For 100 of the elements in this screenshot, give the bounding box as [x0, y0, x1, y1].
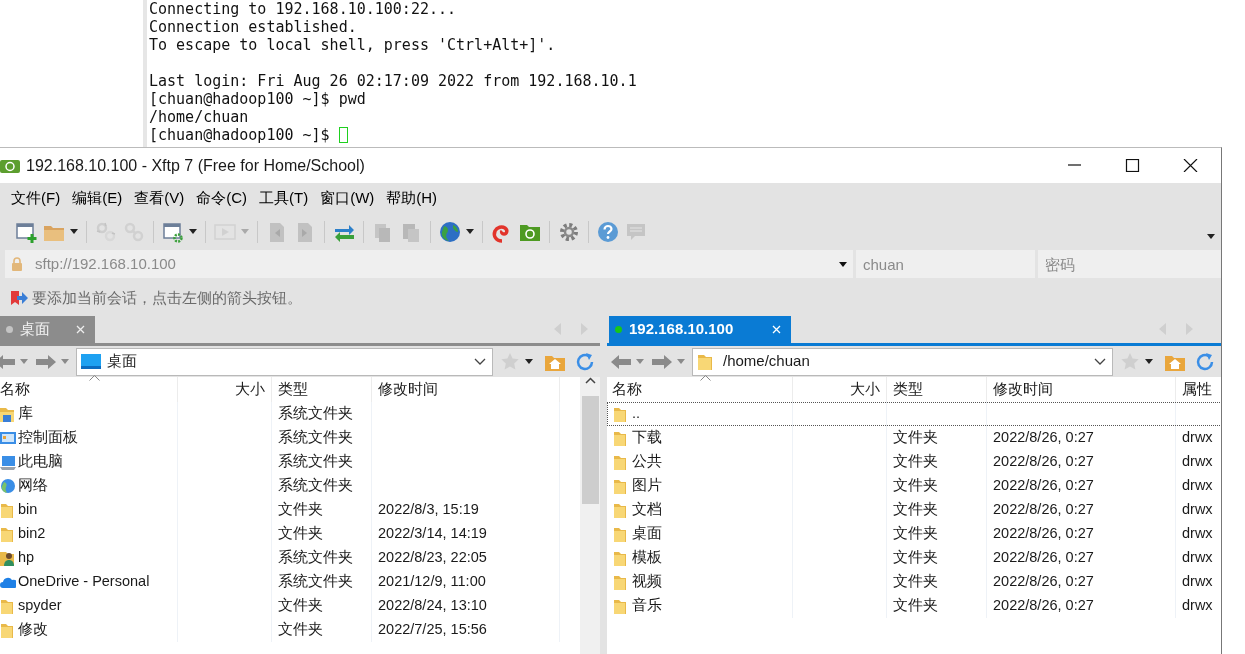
session-tab[interactable]: 192.168.10.100: [609, 316, 791, 343]
folder-icon: [613, 598, 627, 614]
menu-item[interactable]: 帮助(H): [380, 186, 444, 210]
chevron-down-icon[interactable]: [474, 358, 486, 365]
caret-icon[interactable]: [839, 261, 847, 267]
file-row[interactable]: bin2 文件夹 2022/3/14, 14:19: [0, 522, 560, 546]
file-name[interactable]: 模板: [632, 547, 662, 569]
computer-icon: [0, 454, 16, 470]
file-list[interactable]: [607, 377, 1221, 654]
file-row[interactable]: 下载 文件夹 2022/8/26, 0:27 drwx: [607, 426, 1221, 450]
refresh-icon[interactable]: [575, 351, 595, 372]
password-field[interactable]: 密码: [1038, 250, 1221, 278]
file-type: 文件夹: [893, 548, 938, 568]
caret-icon[interactable]: [1207, 234, 1215, 239]
refresh-icon[interactable]: [1195, 351, 1215, 372]
file-row[interactable]: 修改 文件夹 2022/7/25, 15:56: [0, 618, 560, 642]
file-name[interactable]: 音乐: [632, 595, 662, 617]
file-type: 文件夹: [893, 452, 938, 472]
file-row[interactable]: ..: [607, 402, 1221, 426]
file-name[interactable]: 下载: [632, 427, 662, 449]
folder-icon: [613, 574, 627, 590]
back-icon[interactable]: [611, 353, 631, 370]
modified-time: 2022/8/26, 0:27: [993, 596, 1094, 616]
file-name[interactable]: 文档: [632, 499, 662, 521]
file-list[interactable]: [0, 377, 600, 654]
file-name[interactable]: 视频: [632, 571, 662, 593]
caret-icon[interactable]: [189, 229, 197, 234]
caret-icon[interactable]: [525, 359, 533, 364]
folder-icon: [0, 598, 16, 614]
file-name[interactable]: 图片: [632, 475, 662, 497]
globe-icon: [0, 478, 16, 494]
modified-time: 2022/8/26, 0:27: [993, 428, 1094, 448]
file-type: 系统文件夹: [278, 548, 353, 568]
folder-icon: [613, 502, 627, 518]
forward-icon[interactable]: [652, 353, 672, 370]
file-permissions: drwx: [1182, 452, 1213, 472]
file-row[interactable]: 桌面 文件夹 2022/8/26, 0:27 drwx: [607, 522, 1221, 546]
forward-icon[interactable]: [36, 353, 56, 370]
file-name[interactable]: 公共: [632, 451, 662, 473]
file-row[interactable]: hp 系统文件夹 2022/8/23, 22:05: [0, 546, 560, 570]
menu-item[interactable]: 窗口(W): [314, 186, 381, 210]
file-row[interactable]: 音乐 文件夹 2022/8/26, 0:27 drwx: [607, 594, 1221, 618]
menu-item[interactable]: 文件(F): [5, 186, 67, 210]
terminal-line: [chuan@hadoop100 ~]$: [149, 126, 330, 144]
close-icon[interactable]: [1182, 159, 1198, 172]
folder-icon: [613, 478, 627, 494]
column-header[interactable]: 名称: [0, 377, 178, 402]
file-row[interactable]: 库 系统文件夹: [0, 402, 560, 426]
hint-text: 要添加当前会话，点击左侧的箭头按钮。: [32, 287, 302, 308]
menu-item[interactable]: 编辑(E): [66, 186, 129, 210]
file-name[interactable]: 此电脑: [18, 451, 63, 473]
file-name[interactable]: 修改: [18, 619, 48, 641]
file-name[interactable]: spyder: [18, 595, 62, 617]
file-name[interactable]: 桌面: [632, 523, 662, 545]
file-row[interactable]: 图片 文件夹 2022/8/26, 0:27 drwx: [607, 474, 1221, 498]
file-name[interactable]: bin: [18, 499, 38, 521]
file-name[interactable]: 控制面板: [18, 427, 78, 449]
path-field[interactable]: 桌面: [76, 347, 493, 376]
file-name[interactable]: ..: [632, 403, 641, 425]
modified-time: 2022/8/26, 0:27: [993, 572, 1094, 592]
file-type: 文件夹: [893, 476, 938, 496]
maximize-icon[interactable]: [1124, 159, 1140, 172]
path-field[interactable]: /home/chuan: [692, 347, 1113, 376]
scroll-up-icon[interactable]: [584, 377, 596, 384]
menu-item[interactable]: 工具(T): [253, 186, 315, 210]
terminal-line: /home/chuan: [149, 108, 249, 126]
file-row[interactable]: spyder 文件夹 2022/8/24, 13:10: [0, 594, 560, 618]
modified-time: 2022/8/26, 0:27: [993, 524, 1094, 544]
file-row[interactable]: 视频 文件夹 2022/8/26, 0:27 drwx: [607, 570, 1221, 594]
file-name[interactable]: 网络: [18, 475, 48, 497]
modified-time: 2022/8/26, 0:27: [993, 548, 1094, 568]
menu-item[interactable]: 查看(V): [128, 186, 191, 210]
caret-icon[interactable]: [70, 229, 78, 234]
chevron-down-icon[interactable]: [1094, 358, 1106, 365]
file-type: 系统文件夹: [278, 572, 353, 592]
file-row[interactable]: 文档 文件夹 2022/8/26, 0:27 drwx: [607, 498, 1221, 522]
broken-link-icon: [95, 220, 117, 243]
menu-item[interactable]: 命令(C): [190, 186, 253, 210]
file-permissions: drwx: [1182, 572, 1213, 592]
file-permissions: drwx: [1182, 596, 1213, 616]
file-type: 文件夹: [893, 500, 938, 520]
file-name[interactable]: 库: [18, 403, 33, 425]
file-name[interactable]: hp: [18, 547, 35, 569]
caret-icon[interactable]: [466, 229, 474, 234]
file-row[interactable]: bin 文件夹 2022/8/3, 15:19: [0, 498, 560, 522]
file-name[interactable]: OneDrive - Personal: [18, 571, 150, 593]
monitor-icon: [81, 353, 101, 370]
file-permissions: drwx: [1182, 548, 1213, 568]
file-row[interactable]: 公共 文件夹 2022/8/26, 0:27 drwx: [607, 450, 1221, 474]
library-folder-icon: [0, 406, 16, 422]
back-icon[interactable]: [0, 353, 15, 370]
caret-icon[interactable]: [1145, 359, 1153, 364]
file-row[interactable]: 此电脑 系统文件夹: [0, 450, 560, 474]
scrollbar[interactable]: [580, 377, 600, 654]
file-row[interactable]: OneDrive - Personal 系统文件夹 2021/12/9, 11:00: [0, 570, 560, 594]
file-row[interactable]: 网络 系统文件夹: [0, 474, 560, 498]
file-name[interactable]: bin2: [18, 523, 46, 545]
file-row[interactable]: 控制面板 系统文件夹: [0, 426, 560, 450]
modified-time: 2022/8/23, 22:05: [378, 548, 487, 568]
file-row[interactable]: 模板 文件夹 2022/8/26, 0:27 drwx: [607, 546, 1221, 570]
